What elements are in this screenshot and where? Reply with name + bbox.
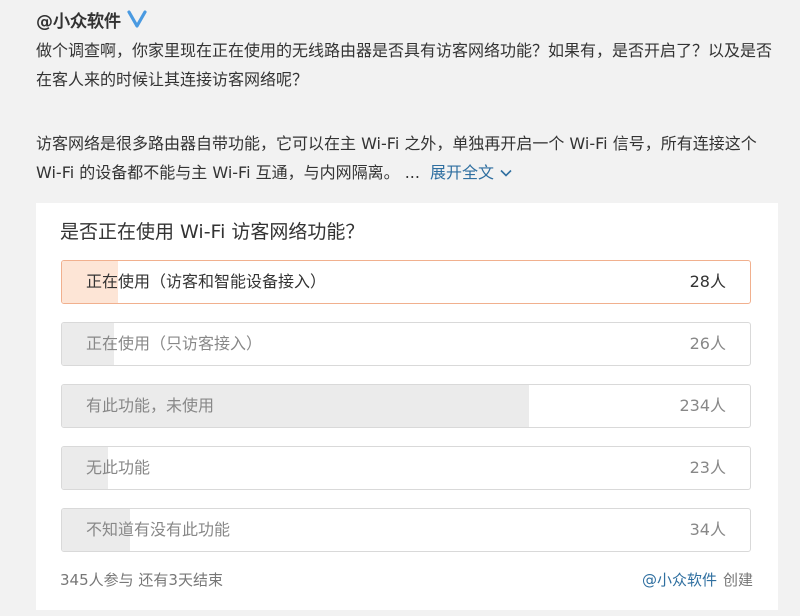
poll-stats: 345人参与 还有3天结束 (60, 571, 223, 589)
creator-suffix: 创建 (722, 571, 753, 589)
poll-option-label: 无此功能 (86, 458, 151, 477)
chevron-down-icon (500, 169, 512, 177)
poll-creator: @小众软件 创建 (642, 569, 753, 590)
verified-icon (127, 9, 147, 29)
poll-footer: 345人参与 还有3天结束 @小众软件 创建 (60, 569, 753, 590)
poll-option-count: 234人 (679, 396, 726, 415)
poll-option-count: 26人 (689, 334, 726, 353)
expand-full-text-link[interactable]: 展开全文 (430, 158, 512, 187)
creator-link[interactable]: @小众软件 (642, 571, 717, 589)
expand-label: 展开全文 (429, 163, 494, 182)
poll-option[interactable]: 不知道有没有此功能 34人 (61, 508, 751, 552)
poll-option-label: 有此功能，未使用 (86, 396, 215, 415)
poll-option-count: 23人 (689, 458, 726, 477)
post-paragraph-2-text: 访客网络是很多路由器自带功能，它可以在主 Wi-Fi 之外，单独再开启一个 Wi… (36, 134, 757, 182)
post-body: 做个调查啊，你家里现在正在使用的无线路由器是否具有访客网络功能？如果有，是否开启… (36, 36, 776, 187)
poll-option-label: 正在使用（只访客接入） (86, 334, 263, 353)
poll-option-label: 正在使用（访客和智能设备接入） (86, 272, 327, 291)
poll-question: 是否正在使用 Wi-Fi 访客网络功能？ (60, 221, 365, 243)
poll-card: 是否正在使用 Wi-Fi 访客网络功能？ 正在使用（访客和智能设备接入） 28人… (36, 203, 778, 610)
poll-option-count: 28人 (689, 272, 726, 291)
poll-option-label: 不知道有没有此功能 (86, 520, 231, 539)
post-header: @小众软件 (36, 4, 147, 34)
author-name[interactable]: @小众软件 (36, 7, 121, 32)
poll-option[interactable]: 正在使用（只访客接入） 26人 (61, 322, 751, 366)
poll-option[interactable]: 无此功能 23人 (61, 446, 751, 490)
post-paragraph-1: 做个调查啊，你家里现在正在使用的无线路由器是否具有访客网络功能？如果有，是否开启… (36, 41, 773, 89)
post-paragraph-2: 访客网络是很多路由器自带功能，它可以在主 Wi-Fi 之外，单独再开启一个 Wi… (36, 129, 776, 187)
poll-option[interactable]: 正在使用（访客和智能设备接入） 28人 (61, 260, 751, 304)
poll-option[interactable]: 有此功能，未使用 234人 (61, 384, 751, 428)
poll-option-count: 34人 (689, 520, 726, 539)
